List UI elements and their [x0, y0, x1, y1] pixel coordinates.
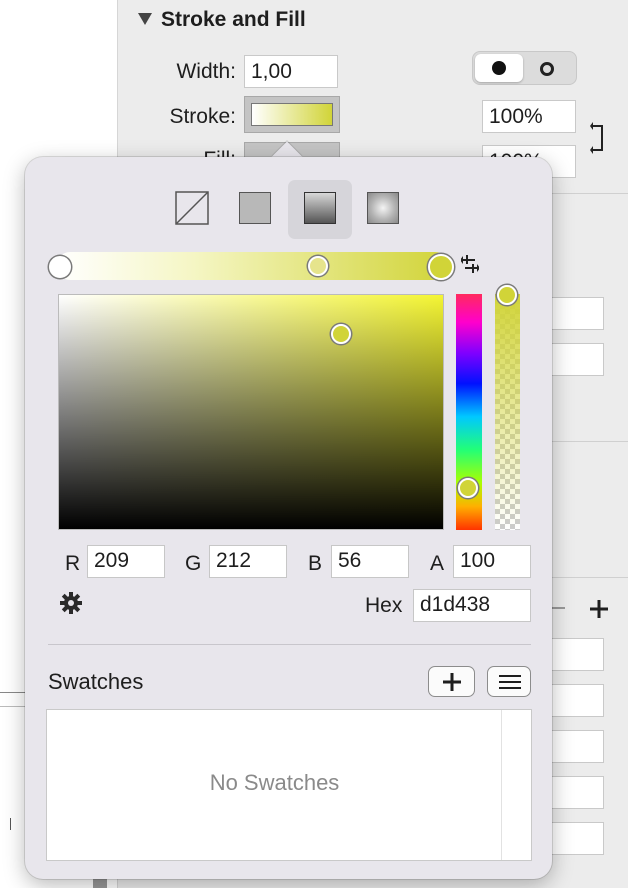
gradient-end-stop[interactable] [428, 254, 454, 280]
a-field[interactable]: 100 [453, 545, 531, 578]
scrollbar-track[interactable] [501, 710, 502, 860]
opacity-slider[interactable] [495, 294, 520, 530]
brightness-layer [59, 295, 443, 529]
g-field[interactable]: 212 [209, 545, 287, 578]
b-label: B [308, 552, 323, 575]
filled-dot-segment[interactable] [475, 54, 523, 82]
stroke-label: Stroke: [169, 105, 236, 128]
g-label: G [185, 552, 202, 575]
reverse-gradient-icon[interactable] [460, 254, 480, 279]
hex-field[interactable]: d1d438 [413, 589, 531, 622]
r-label: R [65, 552, 81, 575]
swap-stroke-fill-icon[interactable] [590, 122, 606, 159]
remove-icon[interactable] [551, 607, 565, 609]
ring-dot-icon[interactable] [540, 62, 554, 76]
linear-gradient-icon [304, 192, 336, 224]
add-icon[interactable] [590, 600, 608, 623]
disclosure-triangle-icon[interactable] [138, 12, 152, 30]
add-swatch-button[interactable] [428, 666, 475, 697]
r-field[interactable]: 209 [87, 545, 165, 578]
width-label: Width: [176, 60, 236, 83]
hex-label: Hex [365, 594, 403, 617]
radial-gradient-mode-button[interactable] [367, 192, 399, 224]
swatches-title: Swatches [48, 669, 144, 694]
a-label: A [430, 552, 445, 575]
ruler-tick [10, 818, 11, 830]
gradient-bar[interactable] [56, 252, 449, 280]
opacity-gradient [495, 294, 520, 530]
color-picker-popover: R 209 G 212 B 56 A 100 Hex d1d438 Swatch… [25, 157, 552, 879]
stroke-position-segmented-control[interactable] [472, 51, 577, 85]
width-field[interactable]: 1,00 [244, 55, 338, 88]
plus-icon [443, 673, 461, 691]
color-position-handle[interactable] [331, 324, 351, 344]
linear-gradient-mode-button[interactable] [288, 180, 352, 239]
section-title: Stroke and Fill [161, 8, 306, 31]
gear-icon[interactable] [60, 592, 82, 619]
hue-slider-handle[interactable] [458, 478, 478, 498]
gradient-midpoint-stop[interactable] [308, 256, 328, 276]
swatches-menu-button[interactable] [487, 666, 531, 697]
list-menu-icon [499, 675, 521, 689]
divider [48, 644, 531, 645]
filled-dot-icon [492, 61, 506, 75]
no-swatches-text: No Swatches [209, 770, 340, 795]
stroke-color-well[interactable] [244, 96, 340, 133]
b-field[interactable]: 56 [331, 545, 409, 578]
saturation-brightness-field[interactable] [58, 294, 444, 530]
none-icon [175, 191, 209, 225]
stroke-opacity-field[interactable]: 100% [482, 100, 576, 133]
solid-fill-mode-button[interactable] [239, 192, 271, 224]
stroke-gradient-preview [251, 103, 333, 126]
opacity-slider-handle[interactable] [497, 285, 517, 305]
swatches-list[interactable]: No Swatches [46, 709, 532, 861]
fill-none-mode-button[interactable] [175, 191, 209, 230]
gradient-start-stop[interactable] [49, 256, 71, 278]
